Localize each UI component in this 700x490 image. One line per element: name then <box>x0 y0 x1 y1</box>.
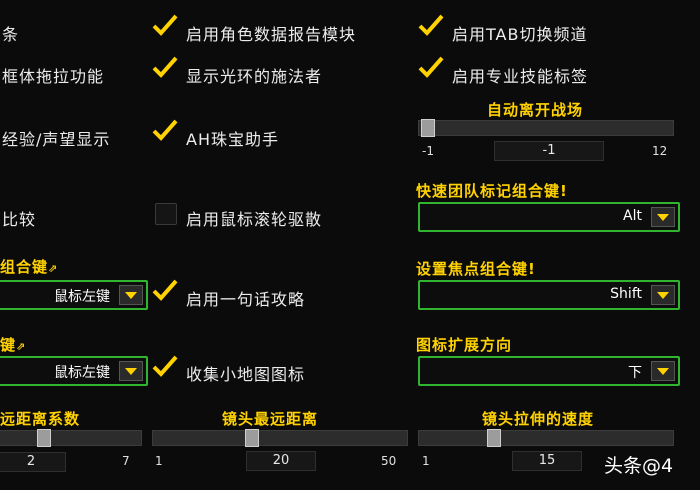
chevron-down-icon[interactable] <box>651 361 675 381</box>
quick-raid-mark-value: Alt <box>623 208 642 224</box>
camera-stretch-speed-value: 15 <box>538 453 556 468</box>
auto-leave-track[interactable] <box>418 119 674 137</box>
camera-max-distance-thumb[interactable] <box>245 429 259 447</box>
one-line-guide-label: 启用一句话攻略 <box>186 290 306 309</box>
camera-max-distance-min: 1 <box>155 454 163 468</box>
icon-expand-direction-title: 图标扩展方向 <box>416 336 513 354</box>
auto-leave-battlefield-title: 自动离开战场 <box>487 101 584 119</box>
check-icon[interactable] <box>152 355 178 377</box>
camera-max-distance-track[interactable] <box>152 429 408 447</box>
check-icon[interactable] <box>152 14 178 36</box>
far-distance-max: 7 <box>122 454 130 468</box>
check-icon[interactable] <box>152 279 178 301</box>
far-distance-value-box[interactable]: 2 <box>0 452 66 472</box>
focus-hotkey-dropdown[interactable]: Shift <box>418 280 680 310</box>
focus-hotkey-title: 设置焦点组合键! <box>416 260 536 278</box>
auto-leave-max: 12 <box>652 144 668 158</box>
aura-caster-label: 显示光环的施法者 <box>186 67 323 86</box>
icon-expand-direction-value: 下 <box>628 365 642 381</box>
camera-stretch-speed-thumb[interactable] <box>487 429 501 447</box>
camera-max-distance-value-box[interactable]: 20 <box>246 451 316 471</box>
chevron-down-icon[interactable] <box>651 207 675 227</box>
auto-leave-value: -1 <box>542 143 556 158</box>
far-distance-slider-track[interactable] <box>0 429 142 447</box>
combo1-value: 鼠标左键 <box>54 289 110 305</box>
camera-stretch-speed-title: 镜头拉伸的速度 <box>482 410 595 428</box>
far-distance-slider-thumb[interactable] <box>37 429 51 447</box>
chevron-down-icon[interactable] <box>651 285 675 305</box>
watermark: 头条@4 <box>604 455 674 477</box>
profession-tabs-label: 启用专业技能标签 <box>452 67 589 86</box>
quick-raid-mark-title: 快速团队标记组合键! <box>416 182 568 200</box>
combo1-dropdown[interactable]: 鼠标左键 <box>0 280 148 310</box>
check-icon[interactable] <box>418 56 444 78</box>
ah-jewel-helper-label: AH珠宝助手 <box>186 130 279 149</box>
option-frame-drag-label: 框体拖拉功能 <box>2 67 105 86</box>
focus-hotkey-value: Shift <box>610 286 642 302</box>
option-bar-label: 条 <box>2 25 20 44</box>
tab-switch-channel-label: 启用TAB切换频道 <box>452 25 588 44</box>
combo1-title: 组合键⇗ <box>0 258 59 276</box>
chevron-down-icon[interactable] <box>119 361 143 381</box>
camera-stretch-speed-value-box[interactable]: 15 <box>512 451 582 471</box>
minimap-icons-label: 收集小地图图标 <box>186 365 306 384</box>
icon-expand-direction-dropdown[interactable]: 下 <box>418 356 680 386</box>
camera-max-distance-max: 50 <box>381 454 397 468</box>
auto-leave-min: -1 <box>422 144 434 158</box>
check-icon[interactable] <box>152 119 178 141</box>
camera-max-distance-value: 20 <box>272 453 290 468</box>
combo2-value: 鼠标左键 <box>54 365 110 381</box>
mouse-wheel-dispel-checkbox[interactable] <box>155 203 177 225</box>
mouse-wheel-dispel-label: 启用鼠标滚轮驱散 <box>186 210 323 229</box>
check-icon[interactable] <box>152 56 178 78</box>
auto-leave-value-box[interactable]: -1 <box>494 141 604 161</box>
chevron-down-icon[interactable] <box>119 285 143 305</box>
far-distance-value: 2 <box>26 454 36 469</box>
far-distance-coefficient-title: 远距离系数 <box>0 410 81 428</box>
quick-raid-mark-dropdown[interactable]: Alt <box>418 202 680 232</box>
camera-stretch-speed-track[interactable] <box>418 429 674 447</box>
option-compare-label: 比较 <box>2 210 37 229</box>
character-report-label: 启用角色数据报告模块 <box>186 25 357 44</box>
auto-leave-thumb[interactable] <box>421 119 435 137</box>
option-exp-rep-label: 经验/声望显示 <box>2 130 111 149</box>
camera-max-distance-title: 镜头最远距离 <box>222 410 319 428</box>
check-icon[interactable] <box>418 14 444 36</box>
combo2-dropdown[interactable]: 鼠标左键 <box>0 356 148 386</box>
camera-stretch-speed-min: 1 <box>422 454 430 468</box>
combo2-title: 键⇗ <box>0 336 27 354</box>
